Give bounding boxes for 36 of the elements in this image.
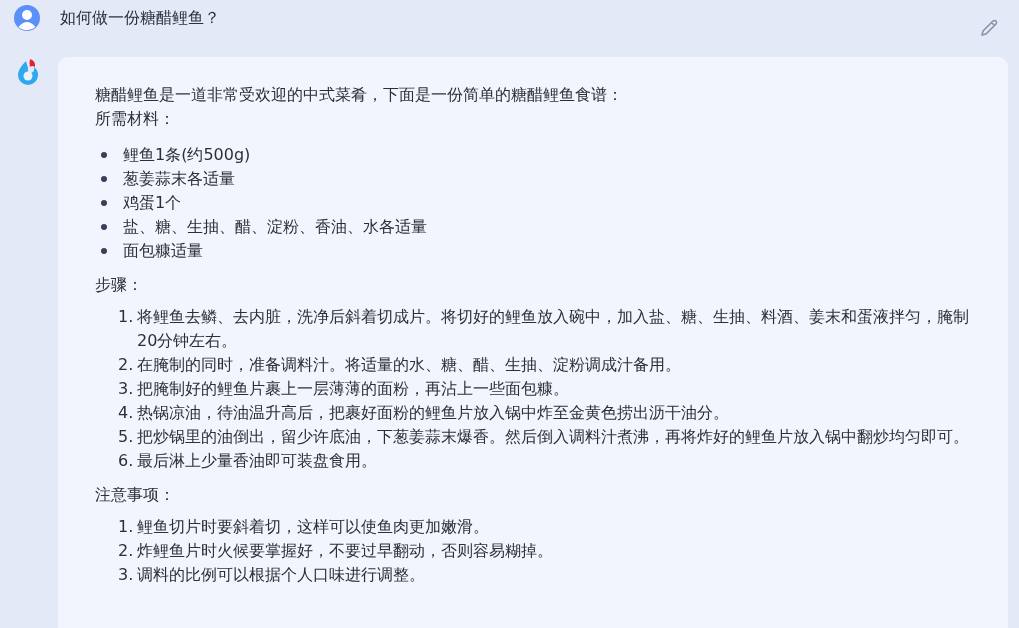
ingredient-text: 鸡蛋1个 <box>123 192 182 214</box>
list-number: 1. <box>118 306 135 328</box>
intro-text: 糖醋鲤鱼是一道非常受欢迎的中式菜肴，下面是一份简单的糖醋鲤鱼食谱： <box>95 84 624 106</box>
bullet-icon <box>101 176 107 182</box>
user-avatar-icon <box>14 5 40 31</box>
section-heading: 注意事项： <box>95 484 176 506</box>
ingredient-text: 葱姜蒜末各适量 <box>123 168 235 190</box>
section-heading: 所需材料： <box>95 108 176 130</box>
list-number: 3. <box>118 564 135 586</box>
flame-logo-icon <box>15 58 41 86</box>
list-number: 6. <box>118 450 135 472</box>
ingredient-text: 面包糠适量 <box>123 240 203 262</box>
note-text: 炸鲤鱼片时火候要掌握好，不要过早翻动，否则容易糊掉。 <box>137 540 554 562</box>
step-text: 最后淋上少量香油即可装盘食用。 <box>137 450 378 472</box>
bullet-icon <box>101 248 107 254</box>
note-text: 鲤鱼切片时要斜着切，这样可以使鱼肉更加嫩滑。 <box>137 516 490 538</box>
step-text: 把腌制好的鲤鱼片裹上一层薄薄的面粉，再沾上一些面包糠。 <box>137 378 570 400</box>
list-number: 4. <box>118 402 135 424</box>
bullet-icon <box>101 224 107 230</box>
note-text: 调料的比例可以根据个人口味进行调整。 <box>137 564 426 586</box>
edit-icon[interactable] <box>979 18 999 38</box>
bullet-icon <box>101 152 107 158</box>
step-text: 将鲤鱼去鳞、去内脏，洗净后斜着切成片。将切好的鲤鱼放入碗中，加入盐、糖、生抽、料酒、姜末和蛋液拌匀，腌制20分钟左右。 <box>137 306 970 352</box>
ingredient-text: 鲤鱼1条(约500g) <box>123 144 251 166</box>
list-number: 2. <box>118 540 135 562</box>
question-text: 如何做一份糖醋鲤鱼？ <box>60 7 221 29</box>
list-number: 5. <box>118 426 135 448</box>
section-heading: 步骤： <box>95 274 144 296</box>
list-number: 3. <box>118 378 135 400</box>
step-text: 把炒锅里的油倒出，留少许底油，下葱姜蒜末爆香。然后倒入调料汁煮沸，再将炸好的鲤鱼片放入锅中翻炒均匀即可。 <box>137 426 970 448</box>
list-number: 2. <box>118 354 135 376</box>
ingredient-text: 盐、糖、生抽、醋、淀粉、香油、水各适量 <box>123 216 427 238</box>
bullet-icon <box>101 200 107 206</box>
step-text: 热锅凉油，待油温升高后，把裹好面粉的鲤鱼片放入锅中炸至金黄色捞出沥干油分。 <box>137 402 730 424</box>
list-number: 1. <box>118 516 135 538</box>
step-text: 在腌制的同时，准备调料汁。将适量的水、糖、醋、生抽、淀粉调成汁备用。 <box>137 354 682 376</box>
